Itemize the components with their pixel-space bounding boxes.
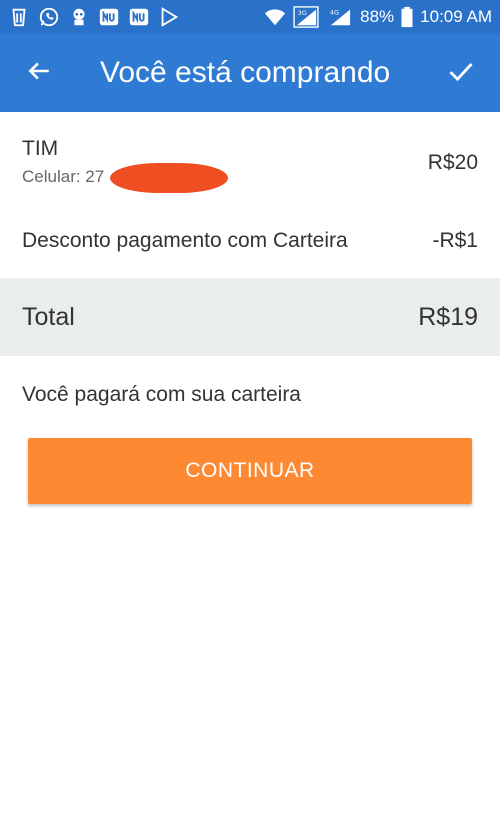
app-bar: Você está comprando	[0, 34, 500, 112]
trash-icon	[8, 6, 30, 28]
whatsapp-icon	[38, 6, 60, 28]
wifi-icon	[264, 6, 286, 28]
discount-value: -R$1	[432, 229, 478, 252]
battery-icon	[400, 6, 414, 28]
total-label: Total	[22, 302, 75, 331]
discount-row: Desconto pagamento com Carteira -R$1	[0, 229, 500, 253]
phone-label: Celular: 27	[22, 167, 105, 186]
clock: 10:09 AM	[420, 7, 492, 26]
svg-text:4G: 4G	[330, 8, 339, 16]
nu-icon	[98, 6, 120, 28]
purchase-price: R$20	[427, 151, 478, 174]
purchase-details: TIM Celular: 27	[22, 137, 428, 193]
check-icon	[447, 57, 475, 90]
alien-icon	[68, 6, 90, 28]
page-title: Você está comprando	[100, 56, 391, 89]
battery-percent: 88%	[360, 7, 395, 26]
back-button[interactable]	[0, 34, 78, 112]
nu-icon	[128, 6, 150, 28]
payment-note: Você pagará com sua carteira	[22, 383, 301, 406]
redaction-mark	[110, 163, 228, 193]
signal-4g-icon: 4G	[326, 6, 354, 28]
system-icons: 3G 4G 88% 10:09 AM	[264, 6, 492, 28]
continue-button[interactable]: CONTINUAR	[28, 438, 472, 504]
confirm-button[interactable]	[422, 34, 500, 112]
notification-icons	[8, 6, 180, 28]
total-row: Total R$19	[0, 278, 500, 356]
phone-number: Celular: 27	[22, 163, 228, 193]
status-bar: 3G 4G 88% 10:09 AM	[0, 0, 500, 34]
arrow-left-icon	[26, 58, 52, 89]
total-value: R$19	[418, 302, 478, 331]
discount-label: Desconto pagamento com Carteira	[22, 229, 348, 252]
carrier-name: TIM	[22, 137, 59, 160]
signal-3g-icon: 3G	[292, 6, 320, 28]
purchase-item: TIM Celular: 27 R$20	[0, 137, 500, 193]
svg-text:3G: 3G	[298, 9, 307, 17]
play-store-icon	[158, 6, 180, 28]
